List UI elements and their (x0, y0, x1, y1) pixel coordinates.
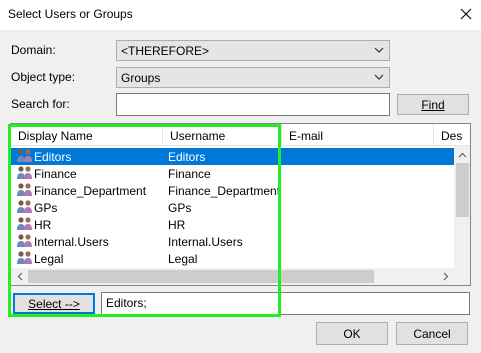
search-input[interactable] (116, 93, 390, 116)
vertical-scrollbar[interactable] (454, 146, 470, 285)
row-username: Finance_Department (168, 184, 281, 198)
title-bar: Select Users or Groups (0, 0, 481, 30)
group-icon (16, 199, 34, 216)
row-display-name: Finance (34, 167, 77, 181)
scrollbar-corner (454, 268, 470, 285)
select-button-label: Select --> (28, 296, 80, 311)
column-header-email[interactable]: E-mail (282, 124, 434, 146)
domain-dropdown[interactable]: <THEREFORE> (116, 40, 390, 61)
close-button[interactable] (451, 0, 481, 28)
row-username: Editors (168, 150, 206, 164)
find-button[interactable]: Find (397, 94, 469, 115)
row-display-name: GPs (34, 201, 58, 215)
row-display-name: HR (34, 218, 52, 232)
cancel-button-label: Cancel (413, 326, 451, 341)
scroll-right-icon[interactable] (437, 268, 454, 285)
group-icon (16, 182, 34, 199)
row-username: Legal (168, 252, 198, 266)
list-row[interactable]: Internal.Users Internal.Users (11, 233, 454, 250)
row-display-name: Editors (34, 150, 72, 164)
window-title: Select Users or Groups (8, 7, 133, 21)
group-icon (16, 250, 34, 267)
row-display-name: Legal (34, 252, 64, 266)
chevron-down-icon (374, 74, 384, 80)
selected-items-value: Editors; (106, 296, 147, 310)
horizontal-scroll-thumb[interactable] (28, 270, 374, 283)
column-header-display-name[interactable]: Display Name (11, 124, 163, 146)
list-row[interactable]: Finance Finance (11, 165, 454, 182)
list-row[interactable]: HR HR (11, 216, 454, 233)
object-type-value: Groups (121, 71, 161, 85)
column-header-description[interactable]: Des (434, 124, 470, 146)
ok-button-label: OK (343, 326, 361, 341)
row-username: HR (168, 218, 186, 232)
column-header-username[interactable]: Username (163, 124, 282, 146)
list-row[interactable]: Legal Legal (11, 250, 454, 267)
row-username: Internal.Users (168, 235, 243, 249)
object-type-label: Object type: (11, 70, 76, 84)
group-icon (16, 148, 34, 165)
find-button-label: Find (421, 97, 445, 112)
object-type-dropdown[interactable]: Groups (116, 67, 390, 88)
list-row[interactable]: Finance_Department Finance_Department (11, 182, 454, 199)
cancel-button[interactable]: Cancel (396, 322, 468, 345)
chevron-down-icon (374, 47, 384, 53)
domain-value: <THEREFORE> (121, 44, 210, 58)
ok-button[interactable]: OK (316, 322, 388, 345)
group-icon (16, 233, 34, 250)
scroll-left-icon[interactable] (11, 268, 28, 285)
list-row[interactable]: Editors Editors (11, 148, 454, 165)
list-row[interactable]: GPs GPs (11, 199, 454, 216)
row-username: GPs (168, 201, 192, 215)
group-icon (16, 216, 34, 233)
row-display-name: Finance_Department (34, 184, 147, 198)
row-username: Finance (168, 167, 211, 181)
scroll-up-icon[interactable] (454, 146, 470, 163)
domain-label: Domain: (11, 43, 56, 57)
search-label: Search for: (11, 97, 70, 111)
horizontal-scrollbar[interactable] (11, 268, 454, 285)
vertical-scroll-thumb[interactable] (456, 163, 469, 217)
close-icon (460, 8, 472, 20)
row-display-name: Internal.Users (34, 235, 109, 249)
list-header: Display Name Username E-mail Des (11, 124, 470, 146)
select-users-dialog: Select Users or Groups Domain: <THEREFOR… (0, 0, 481, 353)
group-icon (16, 165, 34, 182)
selected-items-field[interactable]: Editors; (101, 292, 470, 315)
results-list[interactable]: Display Name Username E-mail Des Editors… (10, 123, 471, 286)
select-button[interactable]: Select --> (13, 293, 95, 314)
